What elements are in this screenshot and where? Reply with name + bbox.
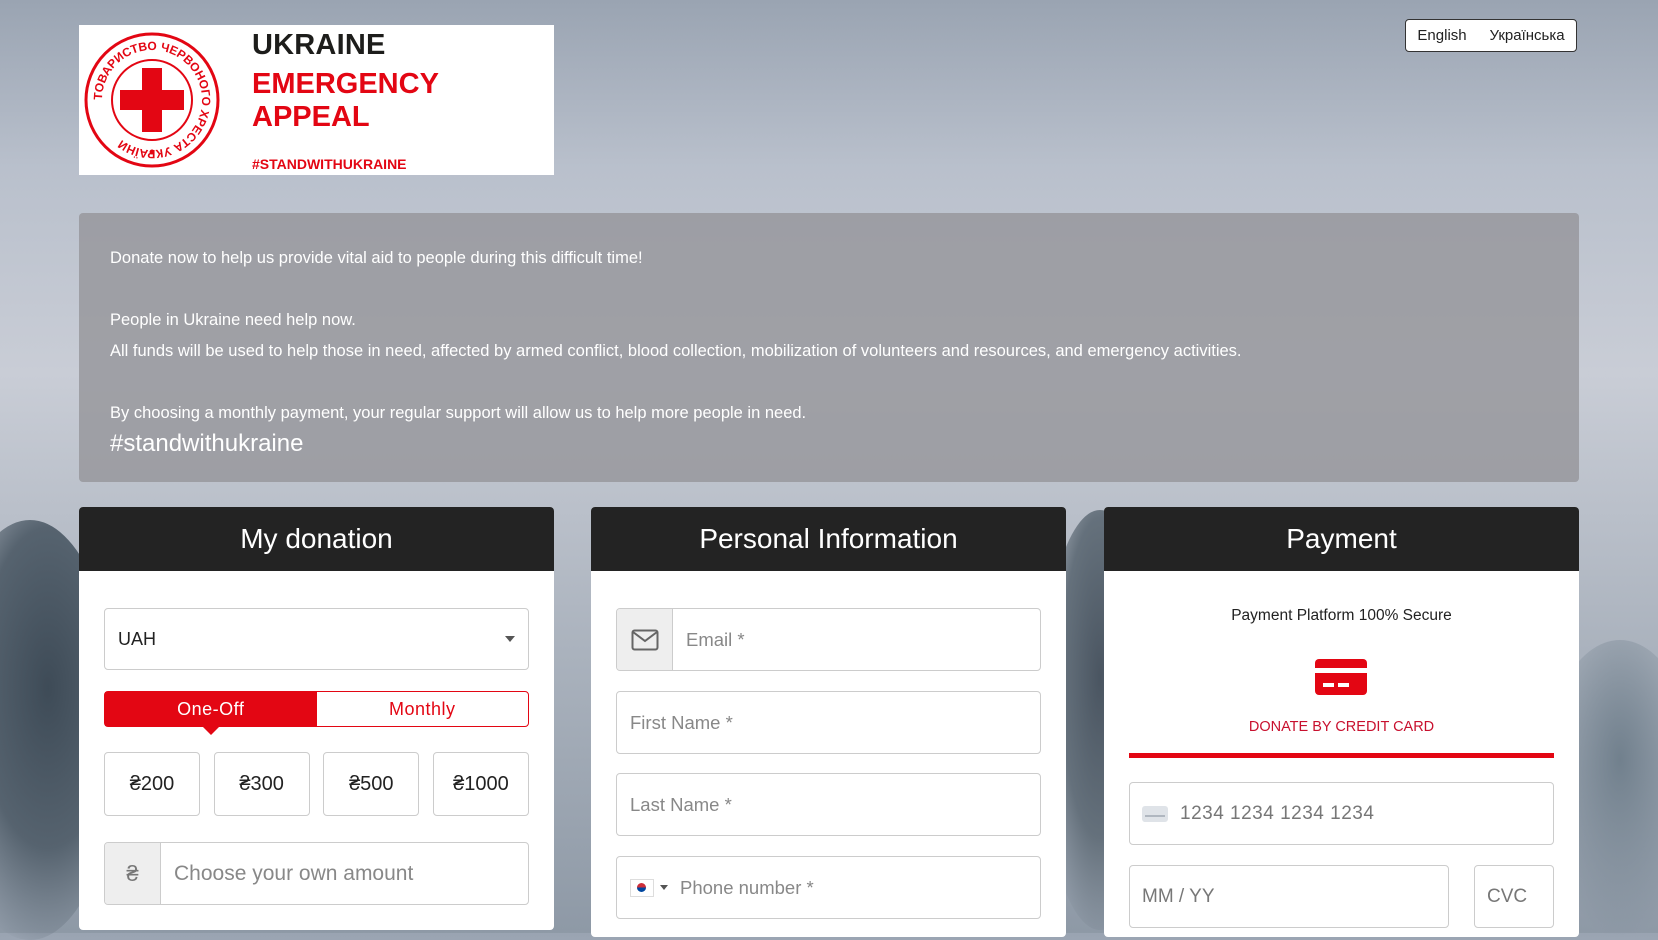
- email-input[interactable]: Email *: [673, 629, 745, 651]
- custom-amount-field[interactable]: ₴ Choose your own amount: [104, 842, 529, 905]
- last-name-input[interactable]: Last Name *: [617, 794, 732, 816]
- amount-button-500[interactable]: ₴500: [323, 752, 420, 816]
- email-field[interactable]: Email *: [616, 608, 1041, 671]
- country-code-selector[interactable]: [617, 878, 668, 897]
- amount-button-300[interactable]: ₴300: [213, 752, 310, 816]
- expiry-field[interactable]: MM / YY: [1129, 865, 1449, 928]
- first-name-input[interactable]: First Name *: [617, 712, 733, 734]
- payment-title: Payment: [1104, 507, 1579, 571]
- intro-line: All funds will be used to help those in …: [110, 342, 1242, 360]
- intro-hashtag: #standwithukraine: [110, 430, 304, 457]
- intro-line: People in Ukraine need help now.: [110, 311, 356, 329]
- monthly-button[interactable]: Monthly: [317, 692, 529, 726]
- envelope-icon: [617, 609, 673, 670]
- phone-input[interactable]: Phone number *: [668, 877, 814, 899]
- language-english-link[interactable]: English: [1417, 27, 1466, 44]
- amount-button-1000[interactable]: ₴1000: [432, 752, 529, 816]
- phone-field[interactable]: Phone number *: [616, 856, 1041, 919]
- donation-card-title: My donation: [79, 507, 554, 571]
- language-switcher: English Українська: [1405, 19, 1577, 52]
- last-name-field[interactable]: Last Name *: [616, 773, 1041, 836]
- intro-line: By choosing a monthly payment, your regu…: [110, 404, 807, 422]
- cvc-input[interactable]: CVC: [1487, 886, 1527, 908]
- secure-text: Payment Platform 100% Secure: [1231, 607, 1452, 624]
- appeal-logo: ТОВАРИСТВО ЧЕРВОНОГО ХРЕСТА УКРАЇНИ UKRA…: [79, 25, 554, 175]
- payment-card: Payment Payment Platform 100% Secure DON…: [1104, 507, 1579, 937]
- custom-amount-input[interactable]: Choose your own amount: [161, 843, 413, 904]
- card-number-input[interactable]: 1234 1234 1234 1234: [1180, 803, 1374, 825]
- expiry-input[interactable]: MM / YY: [1142, 886, 1215, 908]
- donate-by-credit-card-tab[interactable]: DONATE BY CREDIT CARD: [1104, 719, 1579, 735]
- frequency-toggle: One-Off Monthly: [104, 691, 529, 735]
- personal-info-title: Personal Information: [591, 507, 1066, 571]
- amount-options: ₴200 ₴300 ₴500 ₴1000: [104, 752, 529, 816]
- personal-info-card: Personal Information Email * First Name …: [591, 507, 1066, 937]
- amount-button-200[interactable]: ₴200: [104, 752, 200, 816]
- logo-title-appeal: EMERGENCY APPEAL: [252, 67, 439, 133]
- donation-card: My donation UAH One-Off Monthly ₴200 ₴30…: [79, 507, 554, 930]
- korea-flag-icon: [630, 878, 654, 897]
- intro-line: Donate now to help us provide vital aid …: [110, 249, 643, 267]
- logo-hashtag: #STANDWITHUKRAINE: [252, 155, 407, 172]
- first-name-field[interactable]: First Name *: [616, 691, 1041, 754]
- currency-select[interactable]: UAH: [104, 608, 529, 670]
- one-off-button[interactable]: One-Off: [105, 692, 317, 735]
- language-ukrainian-link[interactable]: Українська: [1489, 27, 1564, 44]
- intro-panel: Donate now to help us provide vital aid …: [79, 213, 1579, 482]
- chevron-down-icon: [660, 885, 668, 890]
- card-icon: [1142, 805, 1168, 822]
- hryvnia-icon: ₴: [105, 843, 161, 904]
- currency-value: UAH: [118, 628, 157, 649]
- chevron-down-icon: [505, 636, 515, 642]
- card-number-field[interactable]: 1234 1234 1234 1234: [1129, 782, 1554, 845]
- red-cross-seal-icon: ТОВАРИСТВО ЧЕРВОНОГО ХРЕСТА УКРАЇНИ: [82, 30, 222, 170]
- credit-card-icon[interactable]: [1315, 659, 1367, 695]
- cvc-field[interactable]: CVC: [1474, 865, 1554, 928]
- logo-title-ukraine: UKRAINE: [252, 28, 386, 61]
- selected-tab-indicator: [1129, 753, 1554, 758]
